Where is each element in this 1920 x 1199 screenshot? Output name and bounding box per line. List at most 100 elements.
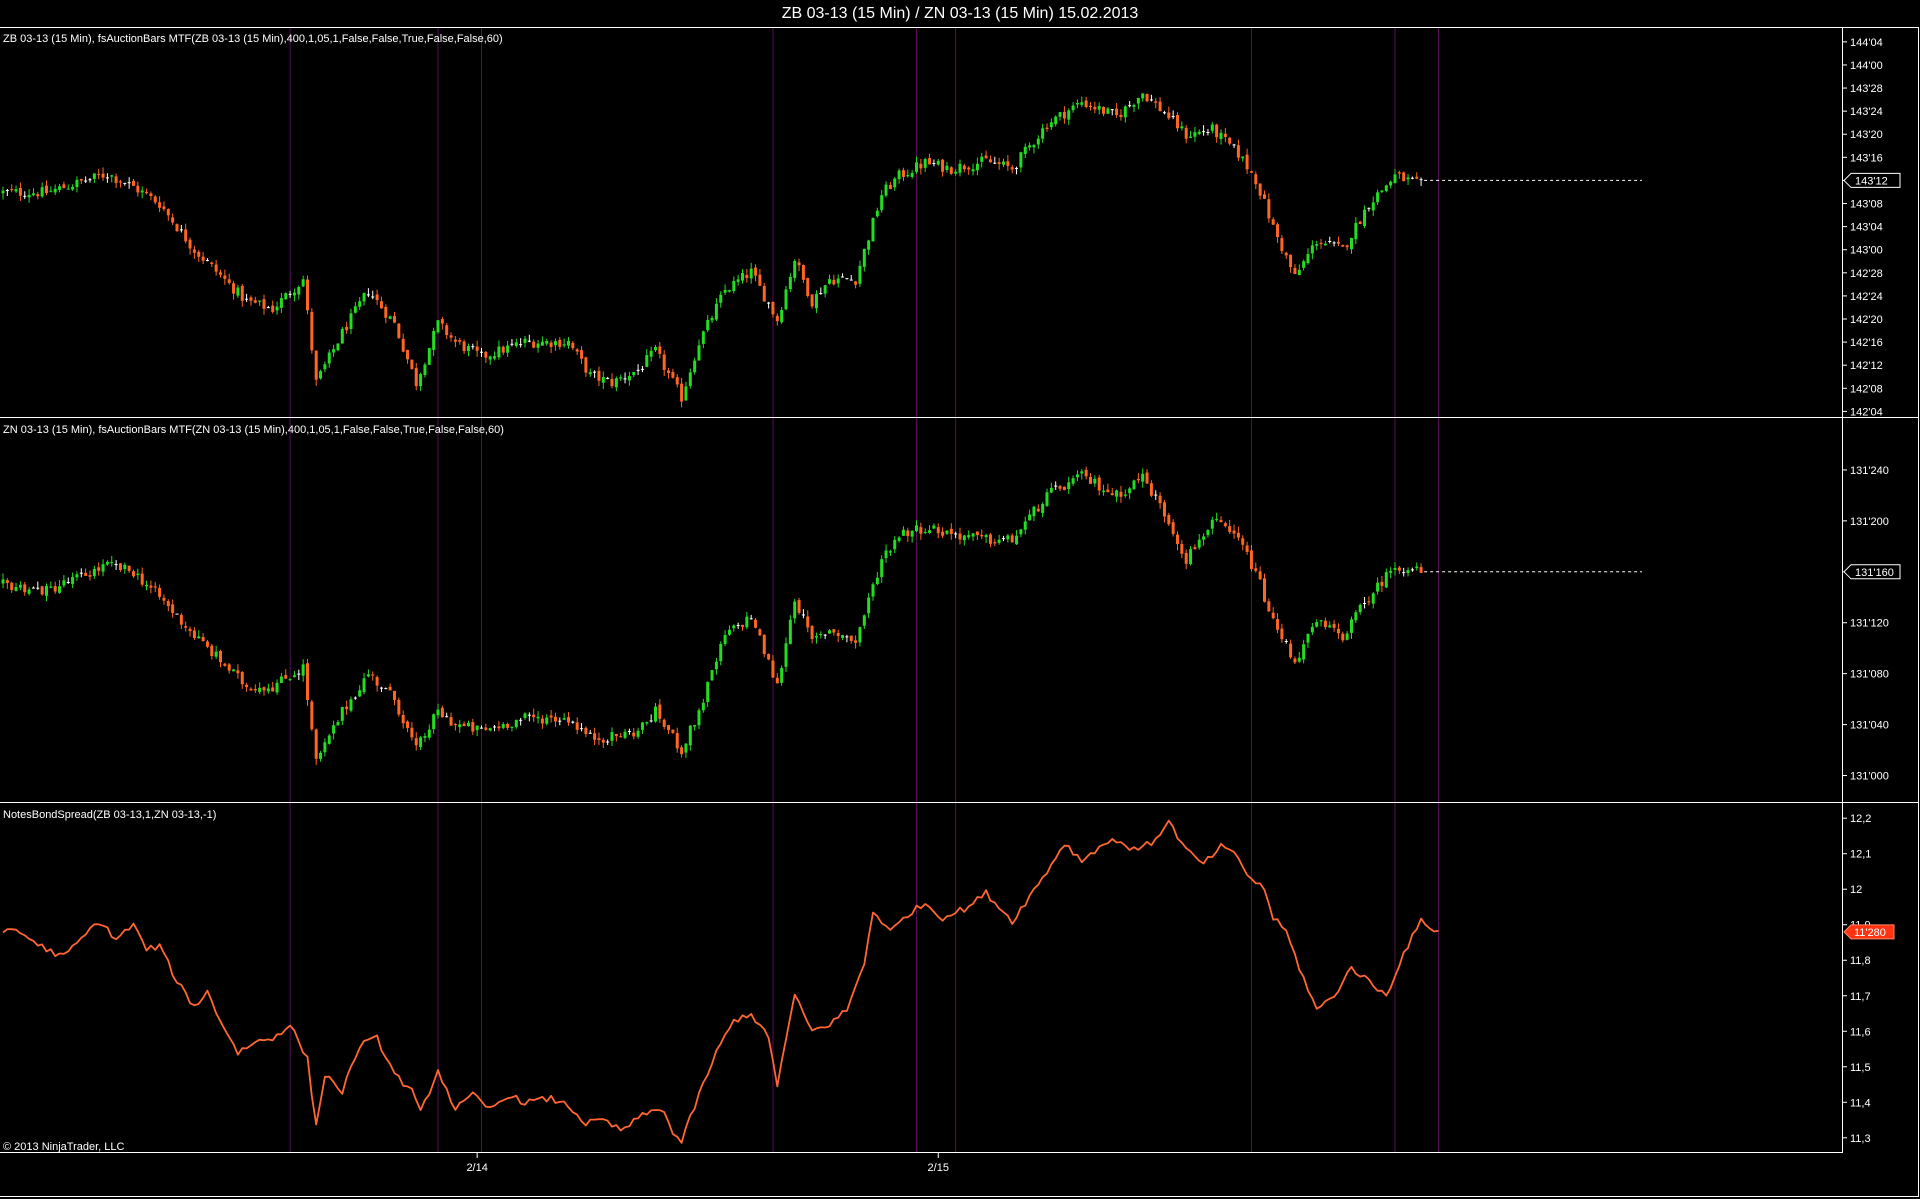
candle-body-1-234: [1019, 529, 1023, 535]
candle-body-0-24: [105, 177, 109, 179]
candle-body-1-130: [567, 717, 570, 723]
candle-body-0-69: [301, 279, 305, 287]
zb-price-panel[interactable]: ZB 03-13 (15 Min), fsAuctionBars MTF(ZB …: [1, 33, 1901, 418]
candle-body-0-113: [493, 356, 497, 359]
candle-body-1-32: [140, 573, 144, 585]
y-tick-label-0-12: 143'20: [1850, 129, 1883, 141]
candle-body-1-311: [1354, 612, 1358, 621]
candle-body-0-31: [136, 185, 140, 193]
candle-body-1-265: [1154, 494, 1158, 496]
candle-body-0-234: [1019, 152, 1023, 168]
chart-area[interactable]: ZB 03-13 (15 Min), fsAuctionBars MTF(ZB …: [0, 0, 1920, 1199]
candle-body-1-276: [1202, 536, 1206, 540]
candle-body-0-139: [606, 377, 610, 379]
candle-body-0-203: [884, 184, 888, 196]
candle-body-0-117: [510, 343, 514, 345]
candle-body-1-143: [623, 731, 627, 738]
candle-body-1-293: [1276, 619, 1280, 630]
candle-body-1-41: [179, 614, 183, 625]
candle-body-1-28: [123, 564, 127, 570]
candle-body-0-199: [867, 240, 871, 250]
candle-body-0-29: [127, 182, 131, 184]
candle-body-0-292: [1271, 219, 1275, 225]
candle-body-0-2: [10, 189, 14, 191]
candle-body-0-211: [919, 163, 923, 169]
candle-body-0-197: [858, 265, 862, 284]
candle-body-1-168: [732, 625, 736, 629]
y-tick-label-0-0: 142'04: [1850, 406, 1883, 418]
candle-body-0-12: [53, 188, 57, 193]
candle-body-0-46: [201, 256, 205, 261]
candle-body-0-223: [971, 169, 975, 172]
time-axis[interactable]: 2/14 2/15: [466, 1153, 949, 1174]
candle-body-0-258: [1123, 106, 1127, 118]
candle-body-0-98: [427, 348, 431, 365]
candle-body-1-314: [1367, 601, 1371, 603]
candle-body-1-67: [292, 675, 296, 678]
candle-body-0-222: [967, 167, 971, 170]
candle-body-0-56: [245, 298, 249, 300]
candle-body-1-4: [18, 584, 22, 588]
candle-body-1-268: [1167, 515, 1171, 525]
candle-body-1-325: [1415, 566, 1419, 569]
candle-body-0-231: [1006, 161, 1010, 166]
candle-body-1-207: [901, 529, 905, 536]
candle-body-0-297: [1293, 267, 1297, 275]
candle-body-0-321: [1397, 172, 1401, 174]
candle-body-0-252: [1097, 106, 1101, 110]
candle-body-0-75: [327, 352, 331, 364]
candle-body-1-87: [379, 687, 383, 689]
spread-indicator-panel[interactable]: NotesBondSpread(ZB 03-13,1,ZN 03-13,-1) 1…: [2, 809, 1895, 1145]
candle-body-0-92: [401, 338, 405, 352]
candle-body-0-132: [575, 349, 579, 352]
candle-body-0-55: [240, 285, 244, 301]
candle-body-1-162: [706, 682, 710, 702]
candle-body-1-141: [614, 734, 618, 737]
candle-body-1-86: [375, 677, 379, 686]
candle-body-1-125: [545, 717, 549, 724]
candle-body-0-217: [945, 165, 949, 170]
candle-body-0-20: [88, 179, 92, 181]
candle-body-1-85: [371, 674, 375, 676]
candle-body-1-208: [906, 530, 910, 537]
candle-body-0-158: [688, 372, 692, 387]
candle-body-1-223: [971, 533, 975, 537]
candle-body-1-100: [436, 709, 440, 716]
candle-body-0-192: [836, 278, 840, 284]
y-tick-label-0-15: 144'00: [1850, 60, 1883, 72]
y-tick-label-2-1: 11,4: [1850, 1097, 1871, 1109]
candle-body-0-177: [771, 301, 775, 315]
candle-body-0-279: [1215, 124, 1219, 138]
y-tick-label-1-1: 131'040: [1850, 720, 1889, 732]
candle-body-0-4: [18, 187, 22, 196]
candle-body-1-275: [1197, 539, 1201, 548]
candle-body-0-154: [671, 372, 675, 378]
candle-body-0-39: [171, 217, 175, 223]
candle-body-1-22: [97, 567, 101, 571]
candle-body-0-179: [780, 309, 784, 323]
candle-body-0-288: [1254, 174, 1258, 185]
candle-body-0-301: [1310, 245, 1314, 254]
candle-body-1-106: [462, 723, 466, 727]
candle-body-0-53: [232, 283, 236, 294]
candle-body-1-272: [1184, 552, 1188, 564]
candle-body-1-16: [71, 576, 75, 584]
candle-body-0-44: [192, 249, 196, 253]
candle-body-1-181: [788, 619, 792, 644]
candle-body-1-49: [214, 651, 218, 657]
candle-body-0-224: [975, 163, 979, 171]
candle-body-1-114: [497, 726, 501, 729]
y-tick-label-2-4: 11,7: [1850, 991, 1871, 1003]
candle-body-0-120: [523, 338, 527, 343]
candle-body-1-229: [997, 539, 1001, 543]
candle-body-1-237: [1032, 506, 1036, 517]
candle-body-1-198: [862, 615, 866, 626]
candle-body-0-82: [358, 301, 362, 307]
y-tick-label-0-8: 143'04: [1850, 222, 1883, 234]
zn-price-panel[interactable]: ZN 03-13 (15 Min), fsAuctionBars MTF(ZN …: [1, 424, 1901, 783]
candle-body-1-224: [975, 531, 979, 536]
candle-body-0-52: [227, 279, 231, 283]
candle-body-1-315: [1371, 593, 1375, 604]
candle-body-1-37: [162, 597, 166, 601]
candle-body-1-288: [1254, 568, 1258, 571]
